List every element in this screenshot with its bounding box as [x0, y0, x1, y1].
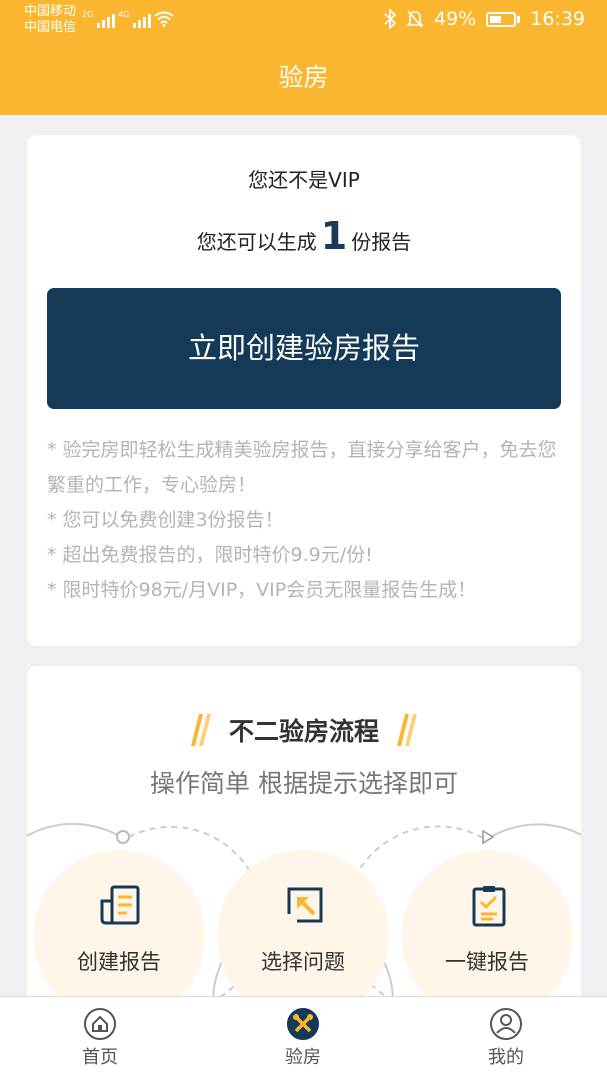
signal-icon-2: 4G [118, 10, 152, 28]
home-icon [84, 1008, 116, 1040]
battery-icon [486, 11, 521, 27]
tab-label: 我的 [488, 1047, 524, 1068]
process-subtitle: 操作简单 根据提示选择即可 [150, 769, 458, 798]
tools-icon [287, 1008, 319, 1040]
bottom-tab-bar: 首页 验房 我的 [0, 996, 607, 1080]
mute-bell-icon [406, 10, 424, 28]
tab-label: 首页 [82, 1047, 118, 1068]
process-card: 不二验房流程 操作简单 根据提示选择即可 创建报告 选择问题 一键报告 [27, 666, 581, 1006]
vip-status: 您还不是VIP [248, 168, 360, 192]
page-title: 验房 [278, 63, 329, 92]
tab-profile[interactable]: 我的 [456, 1007, 556, 1069]
document-icon [100, 885, 140, 925]
note-item: * 验完房即轻松生成精美验房报告，直接分享给客户，免去您繁重的工作，专心验房！ [47, 439, 557, 496]
step-label: 一键报告 [445, 950, 529, 974]
clock: 16:39 [530, 8, 585, 30]
tab-inspection[interactable]: 验房 [253, 1007, 353, 1069]
end-arrow-icon [482, 829, 495, 845]
vip-card: 您还不是VIP 您还可以生成 1 份报告 立即创建验房报告 * 验完房即轻松生成… [27, 135, 581, 646]
status-bar: 中国移动 中国电信 2G 4G 49% 16:39 [0, 0, 607, 40]
note-item: * 您可以免费创建3份报告！ [47, 509, 284, 531]
step-label: 创建报告 [77, 950, 161, 974]
create-report-button[interactable]: 立即创建验房报告 [47, 288, 561, 409]
notes-list: * 验完房即轻松生成精美验房报告，直接分享给客户，免去您繁重的工作，专心验房！ … [47, 433, 567, 608]
note-item: * 超出免费报告的，限时特价9.9元/份! [47, 544, 373, 566]
battery-percent: 49% [434, 8, 477, 30]
slash-decoration-left [195, 714, 207, 746]
status-right: 49% 16:39 [384, 8, 585, 30]
carrier-2: 中国电信 [24, 20, 77, 35]
tab-label: 验房 [285, 1047, 321, 1068]
remain-prefix: 您还可以生成 [196, 230, 317, 254]
wifi-icon [154, 11, 174, 27]
signal-icon: 2G [82, 10, 116, 28]
process-header: 不二验房流程 [27, 712, 581, 748]
remain-count: 1 [320, 214, 348, 258]
select-cursor-icon [287, 887, 323, 923]
start-dot-icon [116, 830, 130, 844]
remain-suffix: 份报告 [351, 230, 412, 254]
process-title: 不二验房流程 [228, 717, 379, 746]
remaining-reports: 您还可以生成 1 份报告 [27, 214, 581, 258]
bluetooth-icon [384, 9, 396, 29]
slash-decoration-right [401, 714, 413, 746]
step-label: 选择问题 [261, 950, 345, 974]
user-icon [490, 1008, 522, 1040]
tab-home[interactable]: 首页 [50, 1007, 150, 1069]
checklist-icon [472, 886, 506, 927]
carrier-info: 中国移动 中国电信 [24, 4, 76, 36]
network-type-1: 2G [82, 10, 94, 19]
header-bar: 中国移动 中国电信 2G 4G 49% 16:39 验房 [0, 0, 607, 115]
carrier-1: 中国移动 [24, 4, 77, 19]
note-item: * 限时特价98元/月VIP，VIP会员无限量报告生成！ [47, 579, 477, 601]
network-type-2: 4G [118, 10, 130, 19]
